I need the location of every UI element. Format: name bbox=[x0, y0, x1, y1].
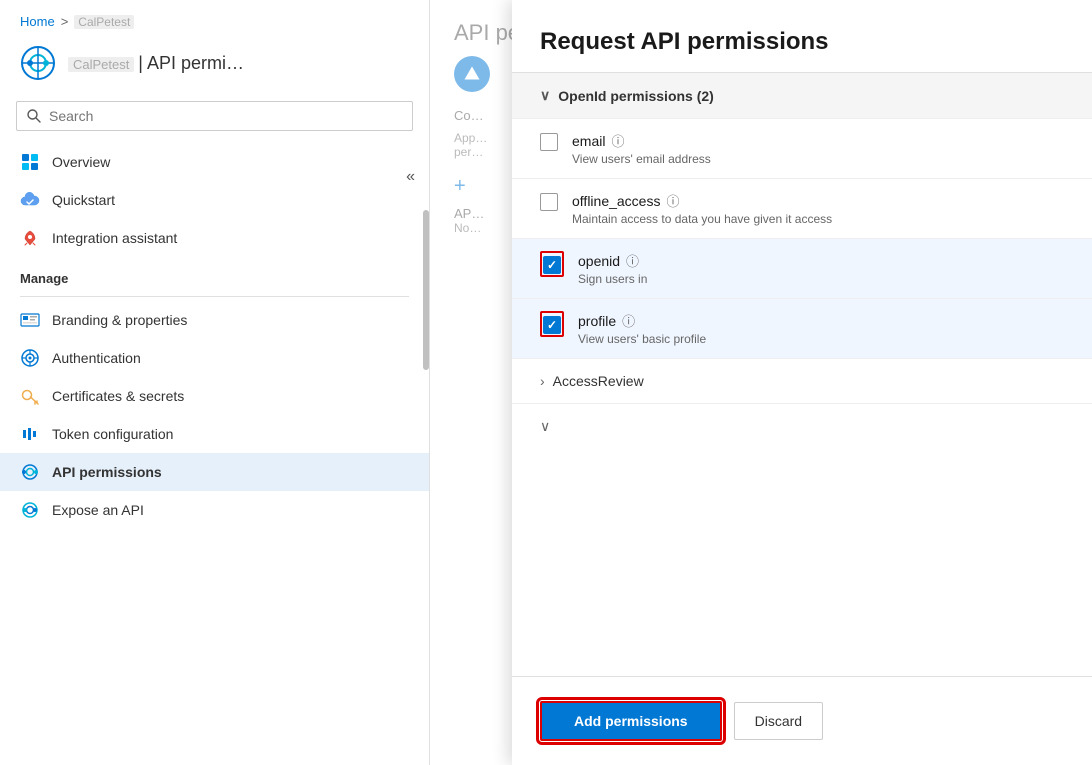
openid-checkbox-border bbox=[540, 251, 564, 277]
openid-chevron-icon: ∨ bbox=[540, 87, 550, 104]
permission-item-profile[interactable]: profile ⓘ View users' basic profile bbox=[512, 298, 1092, 358]
email-info-icon[interactable]: ⓘ bbox=[611, 131, 624, 150]
key-icon bbox=[20, 386, 40, 406]
permissions-drawer: Request API permissions ∨ OpenId permiss… bbox=[512, 0, 1092, 765]
api-icon bbox=[20, 462, 40, 482]
expose-icon bbox=[20, 500, 40, 520]
sidebar-item-integration[interactable]: Integration assistant bbox=[0, 219, 429, 257]
breadcrumb: Home > CalPetest bbox=[0, 0, 429, 37]
sidebar-item-token[interactable]: Token configuration bbox=[0, 415, 429, 453]
scrollbar-thumb[interactable] bbox=[423, 210, 429, 370]
grid-icon bbox=[20, 152, 40, 172]
app-title: CalPetest | API permi… bbox=[68, 53, 244, 74]
offline-access-info: offline_access ⓘ Maintain access to data… bbox=[572, 191, 1064, 226]
left-panel: Home > CalPetest CalPetest | API permi… bbox=[0, 0, 430, 765]
email-desc: View users' email address bbox=[572, 152, 1064, 166]
sidebar-item-quickstart[interactable]: Quickstart bbox=[0, 181, 429, 219]
collapse-button[interactable]: « bbox=[406, 168, 415, 186]
openid-info-icon[interactable]: ⓘ bbox=[626, 251, 639, 270]
profile-desc: View users' basic profile bbox=[578, 332, 1064, 346]
openid-name: openid ⓘ bbox=[578, 251, 1064, 270]
breadcrumb-home[interactable]: Home bbox=[20, 14, 55, 29]
email-info: email ⓘ View users' email address bbox=[572, 131, 1064, 166]
openid-section: ∨ OpenId permissions (2) email ⓘ View us… bbox=[512, 72, 1092, 358]
app-logo bbox=[20, 45, 56, 81]
token-icon bbox=[20, 424, 40, 444]
branding-icon bbox=[20, 310, 40, 330]
openid-desc: Sign users in bbox=[578, 272, 1064, 286]
permission-item-offline-access[interactable]: offline_access ⓘ Maintain access to data… bbox=[512, 178, 1092, 238]
openid-section-header[interactable]: ∨ OpenId permissions (2) bbox=[512, 73, 1092, 118]
sidebar-item-overview[interactable]: Overview bbox=[0, 143, 429, 181]
breadcrumb-current: CalPetest bbox=[74, 15, 134, 29]
search-input[interactable] bbox=[49, 108, 402, 124]
openid-checkbox[interactable] bbox=[543, 256, 561, 274]
offline-access-info-icon[interactable]: ⓘ bbox=[666, 191, 679, 210]
app-header: CalPetest | API permi… bbox=[0, 37, 429, 93]
sidebar-item-expose-api[interactable]: Expose an API bbox=[0, 491, 429, 529]
sidebar-item-certificates[interactable]: Certificates & secrets bbox=[0, 377, 429, 415]
profile-checkbox-border bbox=[540, 311, 564, 337]
collapsed-chevron-icon: ∨ bbox=[540, 418, 550, 435]
search-icon bbox=[27, 109, 41, 123]
manage-divider bbox=[20, 296, 409, 297]
offline-access-desc: Maintain access to data you have given i… bbox=[572, 212, 1064, 226]
add-permissions-button[interactable]: Add permissions bbox=[540, 701, 722, 741]
sidebar-item-authentication[interactable]: Authentication bbox=[0, 339, 429, 377]
auth-icon bbox=[20, 348, 40, 368]
permission-item-email[interactable]: email ⓘ View users' email address bbox=[512, 118, 1092, 178]
access-review-chevron-icon: › bbox=[540, 373, 545, 389]
sidebar-item-api-permissions[interactable]: API permissions bbox=[0, 453, 429, 491]
profile-name: profile ⓘ bbox=[578, 311, 1064, 330]
email-name: email ⓘ bbox=[572, 131, 1064, 150]
app-icon bbox=[20, 45, 56, 81]
discard-button[interactable]: Discard bbox=[734, 702, 823, 740]
collapsed-section[interactable]: ∨ bbox=[512, 403, 1092, 449]
access-review-item[interactable]: › AccessReview bbox=[512, 358, 1092, 403]
permission-item-openid[interactable]: openid ⓘ Sign users in bbox=[512, 238, 1092, 298]
manage-section-label: Manage bbox=[0, 257, 429, 292]
right-panel: API permi… Co… App…per… + AP… No… Reques… bbox=[430, 0, 1092, 765]
offline-access-checkbox[interactable] bbox=[540, 193, 558, 211]
drawer-header: Request API permissions bbox=[512, 0, 1092, 72]
offline-access-name: offline_access ⓘ bbox=[572, 191, 1064, 210]
cloud-icon bbox=[20, 190, 40, 210]
search-box[interactable] bbox=[16, 101, 413, 131]
openid-info: openid ⓘ Sign users in bbox=[578, 251, 1064, 286]
openid-section-label: OpenId permissions (2) bbox=[558, 88, 714, 104]
profile-info: profile ⓘ View users' basic profile bbox=[578, 311, 1064, 346]
profile-info-icon[interactable]: ⓘ bbox=[622, 311, 635, 330]
access-review-label: AccessReview bbox=[553, 373, 644, 389]
drawer-title: Request API permissions bbox=[540, 28, 1064, 56]
rocket-icon bbox=[20, 228, 40, 248]
email-checkbox[interactable] bbox=[540, 133, 558, 151]
breadcrumb-separator: > bbox=[61, 14, 69, 29]
sidebar-item-branding[interactable]: Branding & properties bbox=[0, 301, 429, 339]
drawer-footer: Add permissions Discard bbox=[512, 676, 1092, 765]
profile-checkbox[interactable] bbox=[543, 316, 561, 334]
